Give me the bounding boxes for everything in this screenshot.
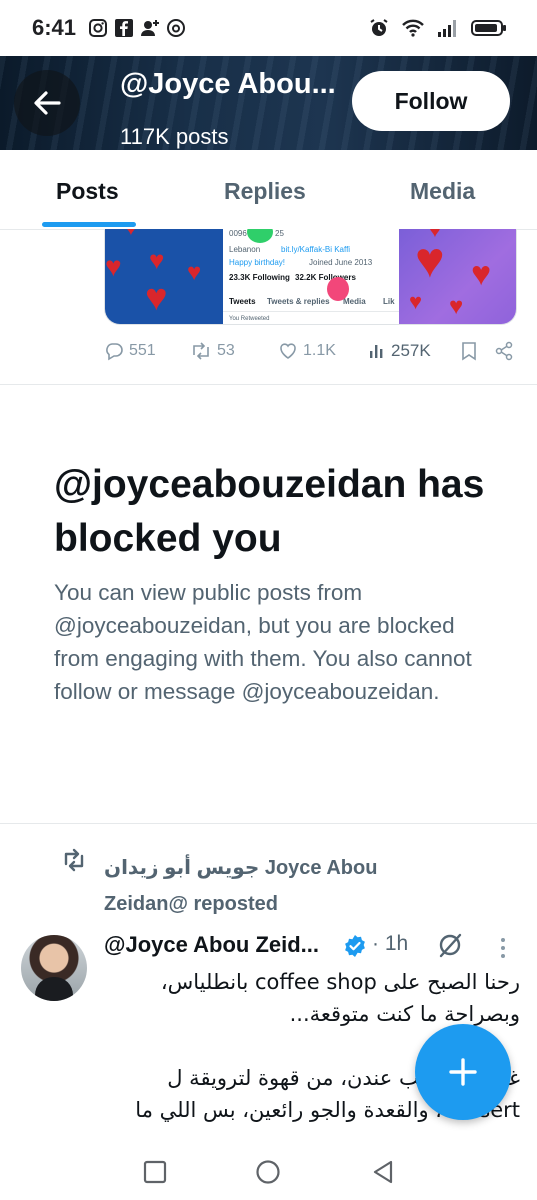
blocked-title: @joyceabouzeidan has blocked you	[54, 463, 485, 560]
media-followers: 32.2K Followers	[295, 273, 356, 282]
post-actions: 551 53 1.1K 257K	[104, 338, 524, 364]
arrow-left-icon	[34, 91, 61, 115]
instagram-icon	[89, 19, 108, 37]
compose-button[interactable]	[415, 1024, 511, 1120]
divider	[0, 823, 537, 824]
tab-media[interactable]: Media	[410, 178, 475, 205]
tweet-paragraph-1: رحنا الصبح على coffee shop بانطلياس، وبص…	[160, 970, 520, 1026]
media-profile-screenshot: 0096 25 Lebanon bit.ly/Kaffak-Bi Kaffi H…	[223, 229, 399, 324]
plus-icon	[449, 1058, 477, 1086]
status-bar: 6:41	[0, 0, 537, 56]
reply-action[interactable]: 551	[104, 341, 190, 361]
profile-name: @Joyce Abou...	[120, 68, 336, 100]
post-media-image[interactable]: ♥ ♥ ♥ ♥ ♥ 0096 25 Lebanon bit.ly/Kaffak-…	[104, 229, 517, 325]
home-icon[interactable]	[255, 1159, 281, 1185]
battery-icon	[471, 20, 506, 36]
like-action[interactable]: 1.1K	[278, 341, 368, 361]
repost-icon	[193, 342, 209, 360]
repost-action[interactable]: 53	[190, 341, 278, 361]
signal-icon	[438, 20, 456, 37]
avatar[interactable]	[21, 935, 87, 1001]
media-link: bit.ly/Kaffak-Bi Kaffi	[281, 245, 351, 254]
wifi-icon	[402, 19, 424, 37]
reply-count: 551	[129, 342, 156, 359]
views-action[interactable]: 257K	[368, 341, 460, 361]
tab-posts[interactable]: Posts	[56, 178, 119, 205]
back-nav-icon[interactable]	[370, 1159, 396, 1185]
repost-context[interactable]: جويس أبو زيدان Joyce Abou Zeidan@ repost…	[104, 850, 464, 922]
balloon-green	[247, 229, 273, 243]
back-button[interactable]	[14, 70, 80, 136]
balloon-pink	[327, 277, 349, 301]
view-count: 257K	[391, 341, 431, 360]
media-joined: Joined June 2013	[309, 258, 373, 267]
tab-replies[interactable]: Replies	[224, 178, 306, 205]
facebook-icon	[115, 19, 134, 37]
tweet-author-name[interactable]: @Joyce Abou Zeid...	[104, 932, 319, 958]
media-following: 23.3K Following	[229, 273, 290, 282]
repost-count: 53	[217, 342, 235, 359]
repost-indicator-icon	[64, 848, 84, 872]
media-tab-likes: Lik	[383, 297, 395, 306]
media-phone-end: 25	[275, 229, 284, 238]
divider	[0, 384, 537, 385]
media-location: Lebanon	[229, 245, 261, 254]
profile-post-count: 117K posts	[120, 124, 229, 149]
media-tab-media: Media	[343, 297, 366, 306]
media-tab-tweets: Tweets	[229, 297, 256, 306]
media-hearts-blue: ♥ ♥ ♥ ♥ ♥	[105, 229, 223, 324]
alarm-icon	[370, 19, 388, 36]
reply-icon	[106, 343, 123, 361]
status-time: 6:41	[32, 15, 77, 40]
media-hearts-purple: ♥ ♥ ♥ ♥ ♥	[399, 229, 516, 324]
media-retweeted: You Retweeted	[229, 316, 270, 322]
media-divider	[223, 311, 399, 312]
media-birthday: Happy birthday!	[229, 258, 286, 267]
status-system-icons	[369, 18, 507, 38]
follow-button[interactable]: Follow	[352, 71, 510, 131]
bookmark-icon[interactable]	[460, 341, 478, 361]
media-tab-replies: Tweets & replies	[267, 297, 330, 306]
tweet-time: · 1h	[372, 932, 409, 955]
like-count: 1.1K	[303, 342, 336, 359]
share-icon[interactable]	[494, 341, 514, 361]
threads-icon	[167, 19, 186, 37]
media-phone: 0096	[229, 229, 247, 238]
more-options-icon[interactable]	[498, 934, 508, 962]
views-icon	[370, 345, 383, 358]
profile-header-banner: @Joyce Abou... 117K posts Follow	[0, 56, 537, 150]
verified-badge-icon	[345, 935, 365, 957]
system-navigation-bar	[0, 1143, 537, 1200]
blocked-description: You can view public posts from @joyceabo…	[54, 580, 472, 704]
person-add-icon	[141, 20, 160, 36]
active-tab-indicator	[42, 222, 136, 227]
profile-tabs: Posts Replies Media	[0, 150, 537, 230]
heart-icon	[280, 343, 296, 359]
recents-icon[interactable]	[142, 1159, 168, 1185]
status-notification-icons	[88, 18, 186, 38]
grok-icon[interactable]	[436, 931, 464, 959]
